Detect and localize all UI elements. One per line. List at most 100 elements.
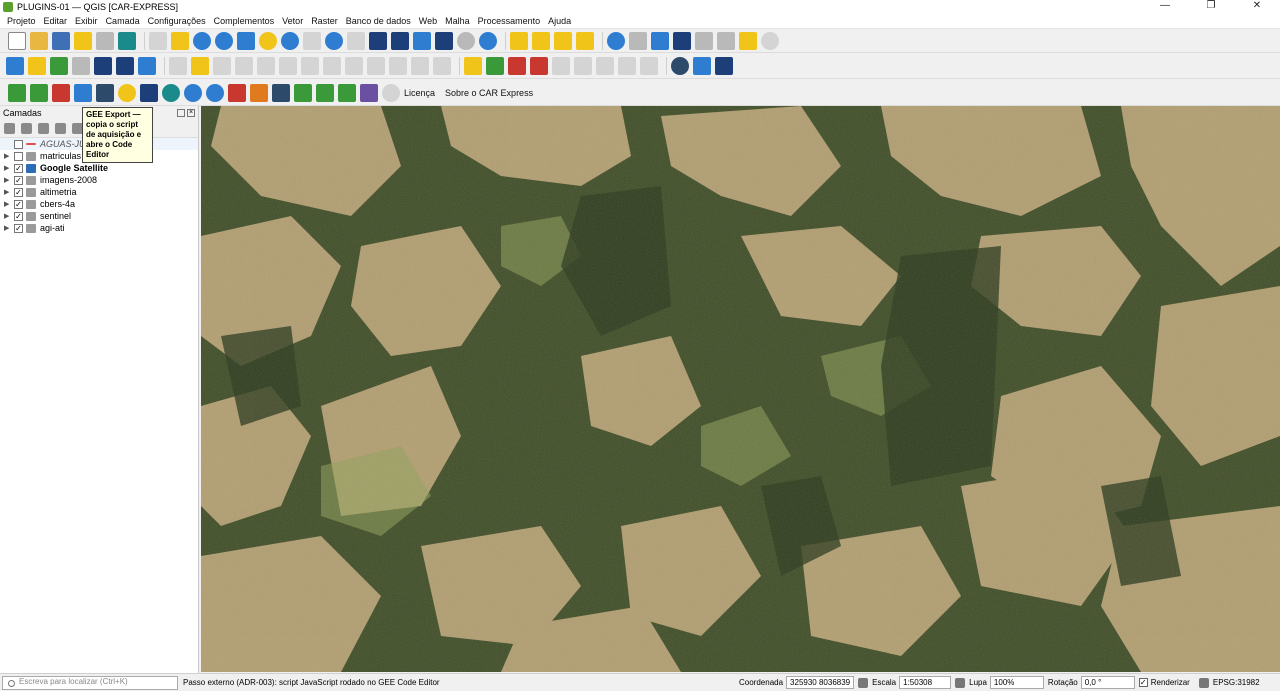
toggle-extents-icon[interactable] (858, 677, 869, 688)
minimize-button[interactable]: — (1142, 0, 1188, 13)
zoom-full-icon[interactable] (237, 31, 255, 50)
show-hide-labels-icon[interactable] (552, 57, 570, 75)
locator-search-icon[interactable] (761, 31, 779, 50)
menu-complementos[interactable]: Complementos (210, 16, 279, 26)
add-delimited-text-layer-icon[interactable] (72, 57, 90, 75)
car-flag-icon[interactable] (96, 83, 114, 102)
menu-processamento[interactable]: Processamento (474, 16, 545, 26)
current-edits-icon[interactable] (169, 57, 187, 75)
car-leaf-icon[interactable] (30, 83, 48, 102)
layer-visibility-checkbox[interactable]: ✓ (14, 187, 23, 197)
redo-icon[interactable] (433, 57, 451, 75)
undo-icon[interactable] (411, 57, 429, 75)
zoom-last-icon[interactable] (325, 31, 343, 50)
magnifier-field[interactable]: 100% (989, 676, 1044, 689)
zoom-next-icon[interactable] (347, 31, 365, 50)
expand-arrow-icon[interactable]: ▶ (4, 164, 14, 172)
car-book-icon[interactable] (52, 83, 70, 102)
measure-line-icon[interactable] (717, 31, 735, 50)
new-bookmark-icon[interactable] (413, 31, 431, 50)
layer-visibility-checkbox[interactable] (14, 139, 23, 149)
license-button[interactable]: Licença (404, 88, 435, 98)
gee-export-icon[interactable] (74, 83, 92, 102)
layer-row[interactable]: ▶ ✓ Google Satellite (0, 162, 198, 174)
open-project-icon[interactable] (30, 31, 48, 50)
zoom-in-icon[interactable] (193, 31, 211, 50)
open-field-calculator-icon[interactable] (695, 31, 713, 50)
rotate-label-icon[interactable] (596, 57, 614, 75)
zoom-native-icon[interactable] (303, 31, 321, 50)
car-tree-icon[interactable] (294, 83, 312, 102)
highlight-pinned-labels-icon[interactable] (508, 57, 526, 75)
delete-selected-icon[interactable] (323, 57, 341, 75)
menu-exibir[interactable]: Exibir (71, 16, 102, 26)
menu-raster[interactable]: Raster (307, 16, 342, 26)
pan-to-selection-icon[interactable] (171, 31, 189, 50)
layer-visibility-checkbox[interactable]: ✓ (14, 175, 23, 185)
menu-vetor[interactable]: Vetor (278, 16, 307, 26)
layer-row[interactable]: ▶ ✓ cbers-4a (0, 198, 198, 210)
car-forest-icon[interactable] (316, 83, 334, 102)
menu-ajuda[interactable]: Ajuda (544, 16, 575, 26)
menu-projeto[interactable]: Projeto (3, 16, 40, 26)
label-toolbar-icon[interactable] (464, 57, 482, 75)
scale-field[interactable]: 1:50308 (899, 676, 952, 689)
rotation-field[interactable]: 0,0 ° (1080, 676, 1135, 689)
layer-row[interactable]: ▶ ✓ altimetria (0, 186, 198, 198)
add-group-icon[interactable] (21, 123, 32, 134)
menu-banco-de-dados[interactable]: Banco de dados (342, 16, 415, 26)
car-search-icon[interactable] (184, 83, 202, 102)
car-report-icon[interactable] (360, 83, 378, 102)
crs-icon[interactable] (1198, 677, 1209, 688)
car-fire-icon[interactable] (228, 83, 246, 102)
maximize-button[interactable]: ❐ (1188, 0, 1234, 13)
new-3d-map-view-icon[interactable] (391, 31, 409, 50)
close-panel-icon[interactable]: × (187, 109, 195, 117)
car-app-icon[interactable] (338, 83, 356, 102)
expand-arrow-icon[interactable]: ▶ (4, 152, 14, 160)
new-project-icon[interactable] (8, 31, 26, 50)
identify-features-icon[interactable] (607, 31, 625, 50)
car-import-icon[interactable] (8, 83, 26, 102)
add-raster-layer-icon[interactable] (94, 57, 112, 75)
layer-visibility-checkbox[interactable]: ✓ (14, 223, 23, 233)
layer-visibility-checkbox[interactable]: ✓ (14, 211, 23, 221)
car-info-icon[interactable] (382, 83, 400, 102)
layout-manager-icon[interactable] (96, 31, 114, 50)
pan-map-icon[interactable] (149, 31, 167, 50)
expand-arrow-icon[interactable]: ▶ (4, 176, 14, 184)
select-by-location-icon[interactable] (576, 31, 594, 50)
select-by-value-icon[interactable] (532, 31, 550, 50)
cut-features-icon[interactable] (345, 57, 363, 75)
zoom-out-icon[interactable] (215, 31, 233, 50)
menu-camada[interactable]: Camada (102, 16, 144, 26)
change-label-icon[interactable] (618, 57, 636, 75)
new-geopackage-layer-icon[interactable] (28, 57, 46, 75)
car-sun-icon[interactable] (118, 83, 136, 102)
menu-web[interactable]: Web (415, 16, 441, 26)
pin-unpin-labels-icon[interactable] (530, 57, 548, 75)
locator-search-input[interactable]: Escreva para localizar (Ctrl+K) (2, 675, 178, 690)
help-icon[interactable] (715, 57, 733, 75)
menu-malha[interactable]: Malha (441, 16, 474, 26)
coordinate-field[interactable]: 325930 8036839 (786, 676, 855, 689)
statistical-summary-icon[interactable] (673, 31, 691, 50)
layer-visibility-checkbox[interactable]: ✓ (14, 199, 23, 209)
style-manager-icon[interactable] (118, 31, 136, 50)
paste-features-icon[interactable] (389, 57, 407, 75)
toggle-editing-icon[interactable] (191, 57, 209, 75)
layer-visibility-checkbox[interactable]: ✓ (14, 163, 23, 173)
new-print-layout-icon[interactable] (74, 31, 92, 50)
layer-diagram-options-icon[interactable] (486, 57, 504, 75)
open-layer-styling-icon[interactable] (4, 123, 15, 134)
expand-arrow-icon[interactable]: ▶ (4, 200, 14, 208)
car-terrain-icon[interactable] (272, 83, 290, 102)
lock-scale-icon[interactable] (955, 677, 966, 688)
expand-arrow-icon[interactable]: ▶ (4, 188, 14, 196)
add-feature-icon[interactable] (257, 57, 275, 75)
menu-configuracoes[interactable]: Configurações (144, 16, 210, 26)
temporal-controller-icon[interactable] (457, 31, 475, 50)
manage-map-themes-icon[interactable] (38, 123, 49, 134)
crs-button[interactable]: EPSG:31982 (1213, 678, 1260, 687)
move-label-icon[interactable] (574, 57, 592, 75)
